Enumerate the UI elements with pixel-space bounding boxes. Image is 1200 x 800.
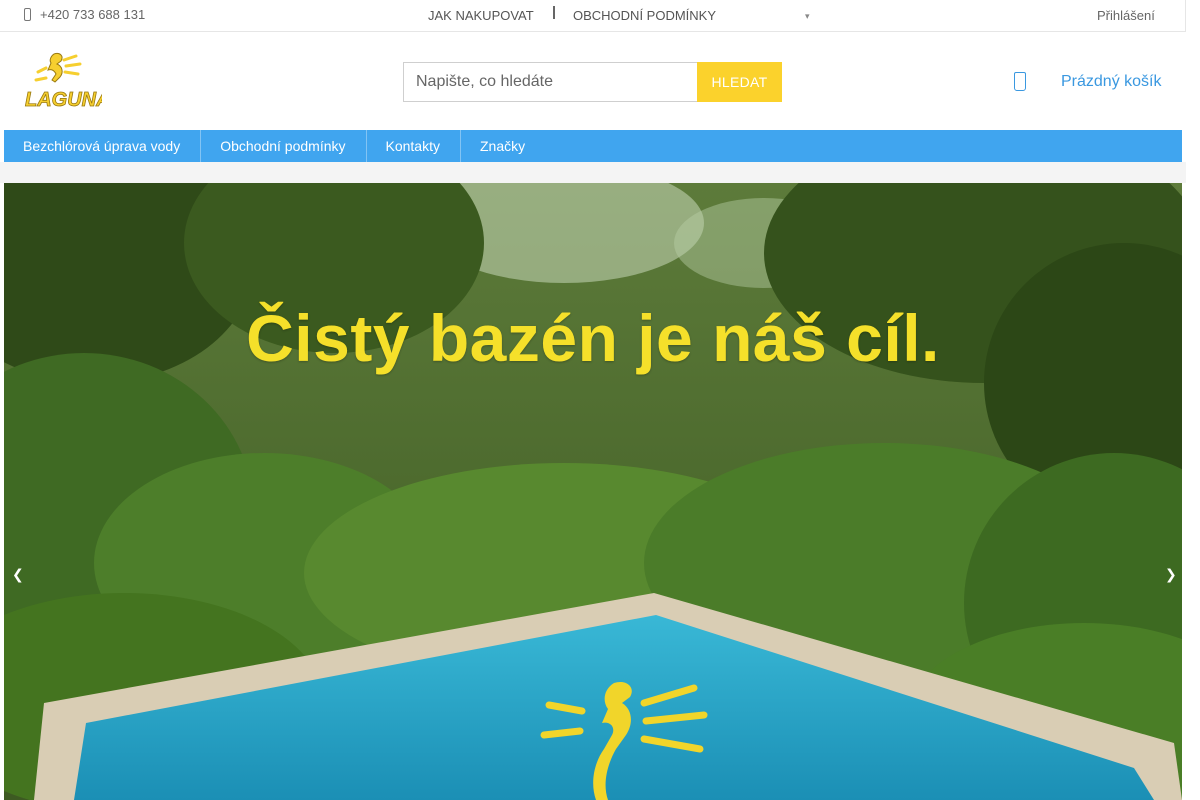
main-menu: Bezchlórová úprava vody Obchodní podmínk… — [4, 130, 1182, 162]
laguna-logo[interactable]: LAGUNA — [24, 50, 111, 111]
link-jak-nakupovat[interactable]: JAK NAKUPOVAT — [428, 8, 534, 23]
search-button[interactable]: HLEDAT — [697, 62, 782, 102]
hero-banner[interactable] — [4, 183, 1182, 800]
phone-contact[interactable]: +420 733 688 131 — [24, 7, 145, 22]
menu-item-kontakty[interactable]: Kontakty — [367, 130, 461, 162]
cart-link[interactable]: Prázdný košík — [1061, 73, 1161, 91]
chevron-left-icon[interactable]: ❮ — [12, 566, 24, 583]
phone-number: +420 733 688 131 — [40, 7, 146, 22]
cart-icon[interactable] — [1014, 72, 1026, 91]
chevron-down-icon[interactable]: ▾ — [805, 11, 810, 22]
logo-text: LAGUNA — [25, 89, 102, 110]
hero-image — [4, 183, 1182, 800]
phone-icon — [24, 8, 31, 21]
top-bar: +420 733 688 131 JAK NAKUPOVAT OBCHODNÍ … — [0, 0, 1186, 32]
chevron-right-icon[interactable]: ❯ — [1165, 566, 1177, 583]
hero-headline: Čistý bazén je náš cíl. — [246, 301, 940, 375]
menu-item-bezchlorova-uprava-vody[interactable]: Bezchlórová úprava vody — [4, 130, 202, 162]
divider — [553, 6, 555, 19]
menu-item-znacky[interactable]: Značky — [461, 130, 545, 162]
link-obchodni-podminky[interactable]: OBCHODNÍ PODMÍNKY — [573, 8, 716, 23]
search-input[interactable] — [403, 62, 697, 102]
login-link[interactable]: Přihlášení — [1097, 8, 1155, 23]
menu-item-obchodni-podminky[interactable]: Obchodní podmínky — [201, 130, 367, 162]
search-form: HLEDAT — [403, 62, 782, 102]
spacer-strip — [0, 162, 1186, 183]
